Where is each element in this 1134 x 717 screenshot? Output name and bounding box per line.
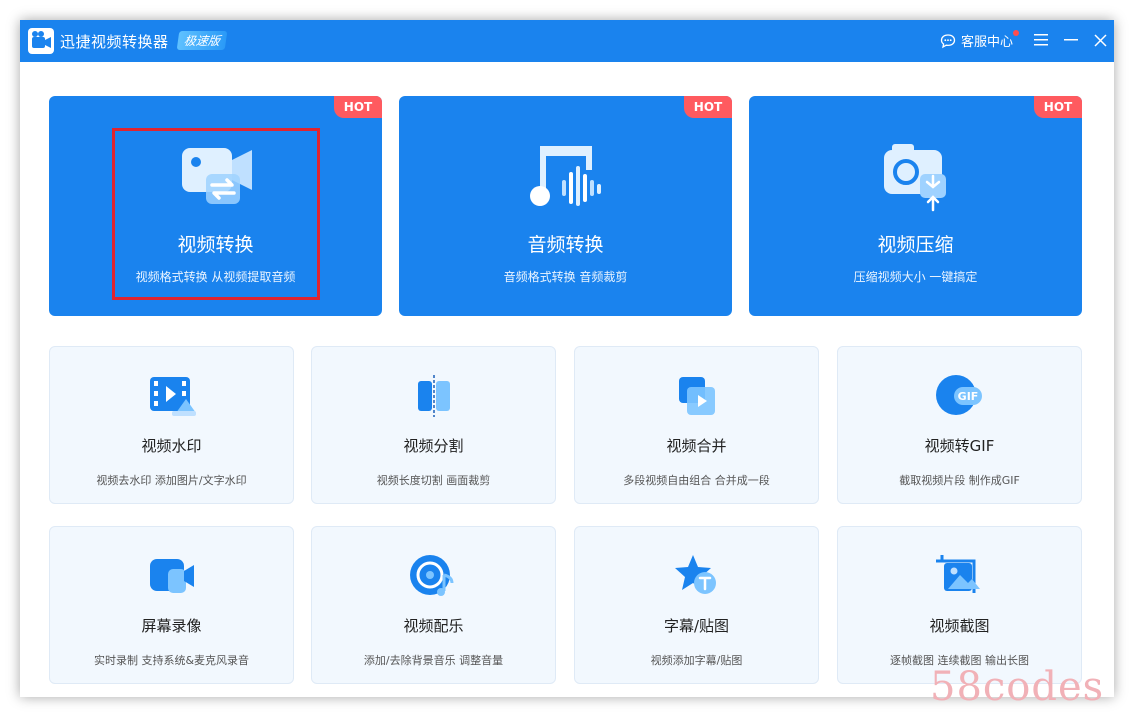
screen-record-icon	[149, 559, 194, 593]
video-to-gif-icon: GIF	[935, 375, 982, 415]
card-subtitle: 实时录制 支持系统&麦克风录音	[93, 654, 250, 667]
video-to-gif-card[interactable]: GIF 视频转GIF 截取视频片段 制作成GIF	[837, 346, 1082, 504]
notification-dot	[1013, 30, 1020, 36]
site-watermark: 58codes	[930, 664, 1105, 710]
card-subtitle: 视频添加字幕/贴图	[650, 654, 743, 667]
video-compress-icon	[883, 144, 946, 212]
chat-bubble-icon	[940, 33, 956, 48]
video-screenshot-card[interactable]: 视频截图 逐帧截图 连续截图 输出长图	[837, 526, 1082, 684]
hot-badge: HOT	[1034, 96, 1082, 118]
card-title: 视频水印	[141, 437, 202, 455]
card-title: 音频转换	[527, 234, 604, 256]
card-title: 视频分割	[403, 437, 464, 455]
video-screenshot-icon	[935, 555, 980, 593]
close-button[interactable]	[1089, 29, 1111, 51]
video-merge-card[interactable]: 视频合并 多段视频自由组合 合并成一段	[574, 346, 819, 504]
edition-badge: 极速版	[176, 31, 228, 50]
customer-service-button[interactable]: 客服中心	[940, 30, 1020, 50]
card-subtitle: 音频格式转换 音频裁剪	[503, 270, 628, 284]
hot-badge: HOT	[334, 96, 382, 118]
close-icon	[1093, 33, 1107, 47]
card-title: 视频截图	[929, 617, 990, 635]
screen-record-card[interactable]: 屏幕录像 实时录制 支持系统&麦克风录音	[49, 526, 294, 684]
card-subtitle: 截取视频片段 制作成GIF	[899, 474, 1020, 487]
card-subtitle: 视频去水印 添加图片/文字水印	[96, 474, 247, 487]
video-watermark-card[interactable]: 视频水印 视频去水印 添加图片/文字水印	[49, 346, 294, 504]
video-merge-icon	[678, 377, 715, 415]
card-title: 视频压缩	[877, 234, 954, 256]
minimize-button[interactable]	[1060, 29, 1082, 51]
gif-icon-label: GIF	[957, 390, 978, 403]
card-title: 字幕/贴图	[663, 617, 730, 635]
card-subtitle: 多段视频自由组合 合并成一段	[623, 474, 770, 487]
video-music-icon	[409, 555, 453, 596]
subtitle-sticker-card[interactable]: 字幕/贴图 视频添加字幕/贴图	[574, 526, 819, 684]
card-title: 屏幕录像	[141, 617, 202, 635]
app-logo-icon	[28, 28, 54, 54]
highlight-box	[112, 128, 320, 300]
card-subtitle: 压缩视频大小 一键搞定	[853, 270, 978, 284]
video-split-card[interactable]: 视频分割 视频长度切割 画面裁剪	[311, 346, 556, 504]
app-title: 迅捷视频转换器	[60, 33, 169, 51]
card-title: 视频配乐	[403, 617, 464, 635]
hot-badge: HOT	[684, 96, 732, 118]
card-title: 视频合并	[666, 437, 727, 455]
video-watermark-icon	[149, 377, 196, 416]
card-title: 视频转GIF	[924, 437, 995, 455]
customer-service-label: 客服中心	[961, 35, 1014, 50]
minimize-icon	[1064, 39, 1078, 41]
title-bar: 迅捷视频转换器 极速版 客服中心	[20, 20, 1114, 62]
audio-convert-card[interactable]: HOT 音频转换 音频格式转换 音频裁剪	[399, 96, 732, 316]
video-split-icon	[417, 375, 450, 417]
video-compress-card[interactable]: HOT 视频压缩 压缩视频大小 一键搞定	[749, 96, 1082, 316]
app-window: 迅捷视频转换器 极速版 客服中心 HOT 视频转换 视频格式转换 从视频提取音频…	[20, 20, 1114, 697]
menu-button[interactable]	[1030, 29, 1052, 51]
main-content: HOT 视频转换 视频格式转换 从视频提取音频 HOT 音频转换 音频格式转换 …	[20, 62, 1114, 697]
audio-convert-icon	[529, 146, 601, 206]
video-music-card[interactable]: 视频配乐 添加/去除背景音乐 调整音量	[311, 526, 556, 684]
subtitle-sticker-icon	[674, 555, 716, 594]
hamburger-menu-icon	[1034, 34, 1048, 46]
card-subtitle: 视频长度切割 画面裁剪	[376, 474, 491, 487]
card-subtitle: 添加/去除背景音乐 调整音量	[363, 654, 504, 667]
